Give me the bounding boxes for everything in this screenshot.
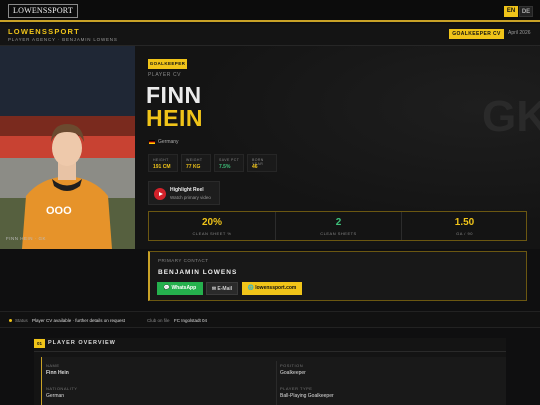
stat-label: WEIGHT bbox=[186, 158, 203, 162]
kpi-label: CLEAN SHEET % bbox=[192, 231, 232, 236]
top-bar: LOWENSSPORT EN DE bbox=[0, 0, 540, 22]
stat-save-pct: SAVE PCT 7.5% bbox=[214, 154, 244, 172]
kpi-clean-sheet-pct: 20% CLEAN SHEET % bbox=[149, 212, 275, 240]
player-cv-label: PLAYER CV bbox=[148, 72, 182, 78]
language-de-button[interactable]: DE bbox=[519, 6, 533, 17]
overview-column-divider bbox=[276, 361, 277, 405]
field-label: POSITION bbox=[280, 363, 304, 368]
section-number: 01 bbox=[34, 339, 45, 348]
kpi-label: GA / 90 bbox=[456, 231, 473, 236]
status-label: Status bbox=[15, 318, 28, 323]
cv-type-badge: GOALKEEPER CV bbox=[449, 29, 504, 39]
highlight-reel-button[interactable]: Highlight Reel Watch primary video bbox=[148, 181, 220, 205]
overview-card bbox=[41, 357, 506, 405]
stat-weight: WEIGHT 77 KG bbox=[181, 154, 211, 172]
stat-value: 77 KG bbox=[186, 164, 201, 170]
player-photo: OOO bbox=[0, 46, 135, 249]
highlight-subtitle: Watch primary video bbox=[170, 195, 211, 200]
field-value: Finn Hein bbox=[46, 370, 69, 376]
section-divider bbox=[34, 351, 506, 352]
email-button[interactable]: ✉ E-Mail bbox=[206, 282, 238, 295]
player-photo-illustration: OOO bbox=[0, 46, 135, 249]
kpi-label: CLEAN SHEETS bbox=[320, 231, 357, 236]
play-icon bbox=[154, 188, 166, 200]
kpi-value: 2 bbox=[335, 217, 342, 228]
stat-label: SAVE PCT bbox=[219, 158, 240, 162]
contact-card: PRIMARY CONTACT BENJAMIN LOWENS 💬 WhatsA… bbox=[148, 251, 527, 301]
stat-value: 46 bbox=[252, 164, 258, 170]
contact-label: PRIMARY CONTACT bbox=[158, 258, 209, 263]
contact-name: BENJAMIN LOWENS bbox=[158, 269, 238, 276]
player-last-name: HEIN bbox=[146, 105, 203, 131]
field-label: NAME bbox=[46, 363, 60, 368]
brand-title: LOWENSSPORT bbox=[8, 27, 80, 36]
club-name: FC Ingolstadt 04 bbox=[174, 318, 208, 323]
stat-label: HEIGHT bbox=[153, 158, 169, 162]
kpi-value: 20% bbox=[201, 217, 222, 228]
field-value: Goalkeeper bbox=[280, 370, 306, 376]
status-bar: Status Player CV available · further det… bbox=[0, 311, 540, 328]
cv-date: April 2026 bbox=[508, 30, 531, 36]
stat-value: 191 CM bbox=[153, 164, 171, 170]
nationality-text: Germany bbox=[149, 139, 179, 145]
kpi-ga90: 1.50 GA / 90 bbox=[401, 212, 527, 240]
whatsapp-button[interactable]: 💬 WhatsApp bbox=[157, 282, 203, 295]
photo-caption: FINN HEIN · GK bbox=[6, 236, 47, 241]
stat-height: HEIGHT 191 CM bbox=[148, 154, 178, 172]
brand-logo[interactable]: LOWENSSPORT bbox=[8, 4, 78, 18]
field-value: Ball-Playing Goalkeeper bbox=[280, 393, 334, 399]
stat-born: BORN YEAR 46 bbox=[247, 154, 277, 172]
highlight-title: Highlight Reel bbox=[170, 187, 204, 193]
status-dot-icon bbox=[9, 319, 12, 322]
club-label: Club on file bbox=[147, 318, 170, 323]
website-button[interactable]: 🌐 lowenssport.com bbox=[242, 282, 302, 295]
section-title: PLAYER OVERVIEW bbox=[48, 340, 116, 346]
page-header: LOWENSSPORT PLAYER AGENCY · BENJAMIN LOW… bbox=[0, 24, 540, 46]
language-en-button[interactable]: EN bbox=[504, 6, 518, 17]
nationality-value: Germany bbox=[158, 139, 179, 145]
kpi-value: 1.50 bbox=[454, 217, 475, 228]
kpi-strip: 20% CLEAN SHEET % 2 CLEAN SHEETS 1.50 GA… bbox=[148, 211, 527, 241]
position-badge: GOALKEEPER bbox=[148, 59, 187, 69]
field-label: PLAYER TYPE bbox=[280, 386, 313, 391]
status-text: Player CV available · further details on… bbox=[32, 318, 126, 323]
brand-subtitle: PLAYER AGENCY · BENJAMIN LOWENS bbox=[8, 37, 118, 42]
field-label: NATIONALITY bbox=[46, 386, 78, 391]
field-value: German bbox=[46, 393, 65, 399]
sponsor-logo: OOO bbox=[46, 205, 72, 217]
position-watermark: GK bbox=[482, 92, 540, 141]
kpi-clean-sheets: 2 CLEAN SHEETS bbox=[275, 212, 401, 240]
stat-value: 7.5% bbox=[219, 164, 231, 170]
